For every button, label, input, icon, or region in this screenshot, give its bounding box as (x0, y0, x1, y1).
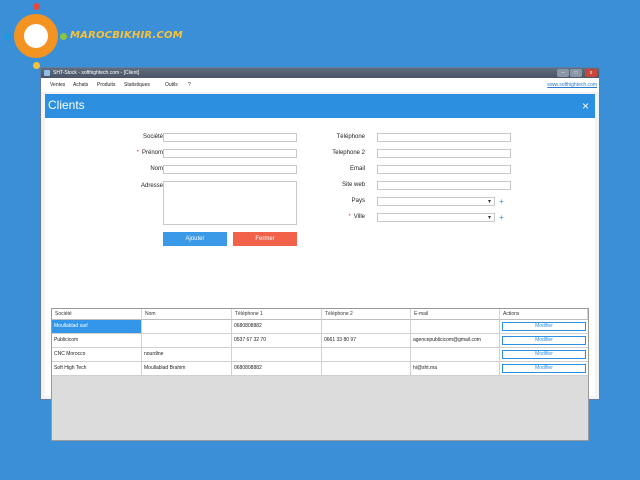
logo-dot-icon (33, 62, 40, 69)
menu-ventes[interactable]: Ventes (50, 78, 65, 92)
column-header-telephone1[interactable]: Téléphone 1 (232, 309, 322, 320)
column-header-email[interactable]: E-mail (411, 309, 500, 320)
modifier-button[interactable]: Modifier (502, 322, 586, 331)
pays-label: Pays (351, 198, 365, 204)
email-label: Email (349, 166, 365, 172)
add-pays-icon[interactable]: + (499, 198, 504, 206)
cell-actions: Modifier (500, 334, 588, 347)
cell-telephone1[interactable] (232, 348, 322, 361)
website-link[interactable]: www.softhightech.com (547, 78, 597, 92)
ajouter-button[interactable]: Ajouter (163, 232, 227, 246)
telephone-label: Téléphone (336, 134, 365, 140)
add-ville-icon[interactable]: + (499, 214, 504, 222)
cell-societe[interactable]: CNC Morocco (52, 348, 142, 361)
cell-telephone2[interactable] (322, 362, 411, 375)
email-input[interactable] (377, 165, 511, 174)
clients-table: Société Nom Téléphone 1 Téléphone 2 E-ma… (51, 308, 589, 441)
logo-dot-icon (60, 33, 67, 40)
cell-email[interactable]: hi@sht.ma (411, 362, 500, 375)
cell-email[interactable]: agencepublicicom@gmail.com (411, 334, 500, 347)
app-window: SHT-Stock - softhightech.com - [Client] … (40, 67, 600, 441)
nom-label: Nom (150, 166, 163, 172)
adresse-textarea[interactable] (163, 181, 297, 225)
cell-actions: Modifier (500, 320, 588, 333)
fermer-button[interactable]: Fermer (233, 232, 297, 246)
dialog-body: Société * Prénom Nom Adresse Téléphone Te… (45, 118, 595, 441)
dialog-title: Clients (48, 98, 85, 112)
prenom-input[interactable] (163, 149, 297, 158)
cell-telephone2[interactable] (322, 320, 411, 333)
cell-societe[interactable]: Soft High Tech (52, 362, 142, 375)
ville-select[interactable] (377, 213, 495, 222)
required-mark: * (136, 150, 139, 156)
dialog-header: Clients × (45, 94, 595, 118)
logo-ring-icon (14, 14, 58, 58)
adresse-label: Adresse (140, 183, 163, 189)
required-mark: * (348, 214, 351, 220)
cell-societe[interactable]: Moullablad sarl (52, 320, 142, 333)
cell-telephone2[interactable] (322, 348, 411, 361)
modifier-button[interactable]: Modifier (502, 336, 586, 345)
app-icon (44, 70, 50, 76)
telephone2-label: Telephone 2 (332, 150, 365, 156)
cell-telephone1[interactable]: 0680808882 (232, 320, 322, 333)
cell-actions: Modifier (500, 348, 588, 361)
cell-actions: Modifier (500, 362, 588, 375)
cell-email[interactable] (411, 320, 500, 333)
dialog-close-icon[interactable]: × (582, 99, 589, 113)
telephone-input[interactable] (377, 133, 511, 142)
nom-input[interactable] (163, 165, 297, 174)
table-row[interactable]: Moullablad sarl 0680808882 Modifier (52, 320, 588, 334)
minimize-button[interactable]: – (557, 69, 569, 77)
window-title: SHT-Stock - softhightech.com - [Client] (53, 70, 140, 76)
siteweb-input[interactable] (377, 181, 511, 190)
title-bar: SHT-Stock - softhightech.com - [Client] … (41, 68, 599, 78)
table-row[interactable]: CNC Morocco nourdine Modifier (52, 348, 588, 362)
cell-email[interactable] (411, 348, 500, 361)
pays-select[interactable] (377, 197, 495, 206)
menu-achats[interactable]: Achats (73, 78, 88, 92)
cell-nom[interactable]: Moullablad Brahim (142, 362, 232, 375)
menu-outils[interactable]: Outils (165, 78, 178, 92)
modifier-button[interactable]: Modifier (502, 364, 586, 373)
logo-text: MAROCBIKHIR.COM (70, 30, 183, 41)
siteweb-label: Site web (341, 182, 365, 188)
cell-nom[interactable]: nourdine (142, 348, 232, 361)
prenom-label: * Prénom (136, 150, 163, 156)
menu-statistiques[interactable]: Statistiques (124, 78, 150, 92)
telephone2-input[interactable] (377, 149, 511, 158)
logo-dot-icon (4, 33, 11, 40)
cell-societe[interactable]: Publicicom (52, 334, 142, 347)
modifier-button[interactable]: Modifier (502, 350, 586, 359)
societe-input[interactable] (163, 133, 297, 142)
cell-telephone1[interactable]: 0680808882 (232, 362, 322, 375)
cell-telephone2[interactable]: 0661 33 80 97 (322, 334, 411, 347)
menu-help[interactable]: ? (188, 78, 191, 92)
table-row[interactable]: Publicicom 0537 67 32 70 0661 33 80 97 a… (52, 334, 588, 348)
column-header-telephone2[interactable]: Téléphone 2 (322, 309, 411, 320)
logo-dot-icon (33, 3, 40, 10)
column-header-nom[interactable]: Nom (142, 309, 232, 320)
cell-telephone1[interactable]: 0537 67 32 70 (232, 334, 322, 347)
menu-bar: Ventes Achats Produits Statistiques Outi… (41, 78, 599, 92)
maximize-button[interactable]: □ (570, 69, 582, 77)
cell-nom[interactable] (142, 320, 232, 333)
window-close-button[interactable]: x (585, 69, 597, 77)
ville-label: * Ville (348, 214, 365, 220)
column-header-societe[interactable]: Société (52, 309, 142, 320)
table-row[interactable]: Soft High Tech Moullablad Brahim 0680808… (52, 362, 588, 376)
column-header-actions[interactable]: Actions (500, 309, 588, 320)
cell-nom[interactable] (142, 334, 232, 347)
societe-label: Société (142, 134, 163, 140)
menu-produits[interactable]: Produits (97, 78, 115, 92)
